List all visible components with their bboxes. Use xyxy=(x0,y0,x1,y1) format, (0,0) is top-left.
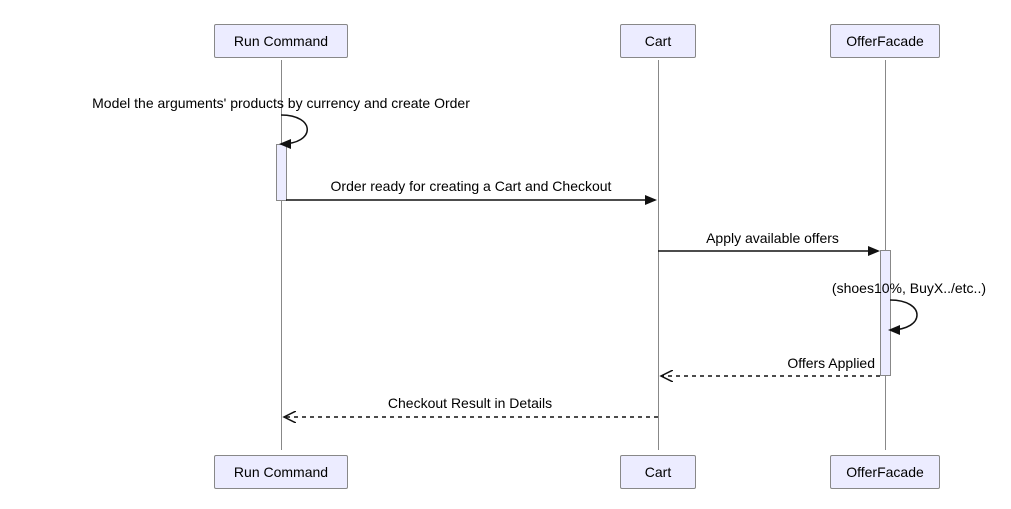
participant-run-command-bottom: Run Command xyxy=(214,455,348,489)
participant-label: OfferFacade xyxy=(846,464,924,480)
participant-label: Cart xyxy=(645,464,671,480)
activation-offerfacade xyxy=(880,250,891,376)
lifeline-run-command xyxy=(281,60,282,450)
participant-run-command-top: Run Command xyxy=(214,24,348,58)
participant-label: OfferFacade xyxy=(846,33,924,49)
message-m4: (shoes10%, BuyX../etc..) xyxy=(786,280,986,296)
message-m5: Offers Applied xyxy=(665,355,875,371)
participant-cart-top: Cart xyxy=(620,24,696,58)
participant-offerfacade-bottom: OfferFacade xyxy=(830,455,940,489)
message-m6: Checkout Result in Details xyxy=(295,395,645,411)
lifeline-cart xyxy=(658,60,659,450)
participant-label: Run Command xyxy=(234,464,328,480)
participant-label: Run Command xyxy=(234,33,328,49)
message-m1: Model the arguments' products by currenc… xyxy=(47,95,515,111)
participant-offerfacade-top: OfferFacade xyxy=(830,24,940,58)
diagram-arrows xyxy=(0,0,1011,509)
activation-run-command xyxy=(276,144,287,201)
participant-label: Cart xyxy=(645,33,671,49)
message-m2: Order ready for creating a Cart and Chec… xyxy=(296,178,646,194)
message-m3: Apply available offers xyxy=(665,230,880,246)
participant-cart-bottom: Cart xyxy=(620,455,696,489)
